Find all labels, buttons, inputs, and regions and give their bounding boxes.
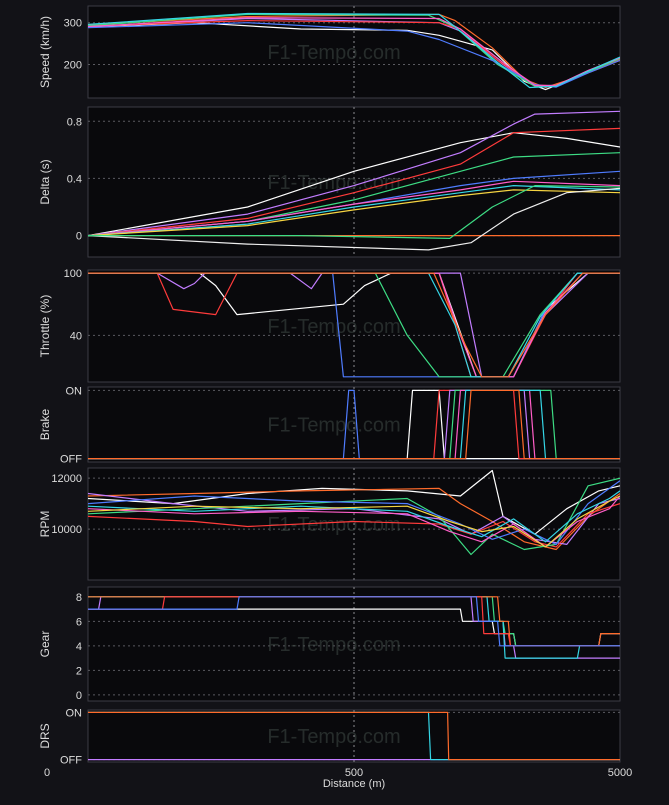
watermark: F1-Tempo.com (267, 42, 400, 64)
y-tick-label: 0 (76, 231, 82, 243)
y-tick-label: 0.4 (67, 173, 82, 185)
panel-2: 40 100 Throttle (%) F1-Tempo.com (38, 268, 621, 383)
y-tick-label: 40 (70, 330, 82, 342)
watermark: F1-Tempo.com (267, 726, 400, 748)
panel-6: OFFONDRS F1-Tempo.com0 500 5000Distance (m) (38, 707, 632, 790)
y-tick-label: ON (66, 385, 83, 397)
telemetry-chart-stack: 200 300 Speed (km/h) F1-Tempo.com 0 0.4 0.8 Del… (0, 0, 669, 800)
y-axis-title: DRS (38, 723, 52, 748)
y-tick-label: 300 (64, 18, 82, 30)
x-tick-label: 0 (44, 767, 50, 779)
y-axis-title: RPM (38, 511, 52, 538)
y-tick-label: OFF (60, 454, 82, 466)
y-axis-title: Speed (km/h) (38, 16, 52, 88)
panel-3: OFF ON Brake F1-Tempo.com (38, 385, 621, 466)
y-axis-title: Gear (38, 631, 52, 658)
x-tick-label: 5000 (608, 767, 632, 779)
panel-1: 00.40.8Delta (s) F1-Tempo.com (38, 106, 621, 258)
y-tick-label: 0 (76, 690, 82, 702)
y-tick-label: 8 (76, 592, 82, 604)
panel-5: 0 2 4 6 8 Gear F1-Tempo.com (38, 586, 621, 702)
y-tick-label: 4 (76, 641, 82, 653)
watermark: F1-Tempo.com (267, 316, 400, 338)
y-tick-label: ON (66, 707, 83, 719)
watermark: F1-Tempo.com (267, 415, 400, 437)
y-tick-label: 200 (64, 60, 82, 72)
y-tick-label: 12000 (51, 473, 82, 485)
y-axis-title: Delta (s) (38, 159, 52, 204)
y-tick-label: OFF (60, 755, 82, 767)
y-tick-label: 0.8 (67, 116, 82, 128)
y-axis-title: Brake (38, 409, 52, 441)
y-tick-label: 100 (64, 268, 82, 280)
panel-4: 1000012000RPM F1-Tempo.com (38, 467, 621, 581)
y-axis-title: Throttle (%) (38, 295, 52, 358)
y-tick-label: 2 (76, 665, 82, 677)
x-axis-title: Distance (m) (323, 778, 385, 790)
watermark: F1-Tempo.com (267, 634, 400, 656)
y-tick-label: 6 (76, 616, 82, 628)
y-tick-label: 10000 (51, 524, 82, 536)
panel-0: 200 300 Speed (km/h) F1-Tempo.com (38, 5, 621, 99)
chart-svg: 200300Speed (km/h) F1-Tempo.com00.40.8Del… (38, 5, 632, 790)
